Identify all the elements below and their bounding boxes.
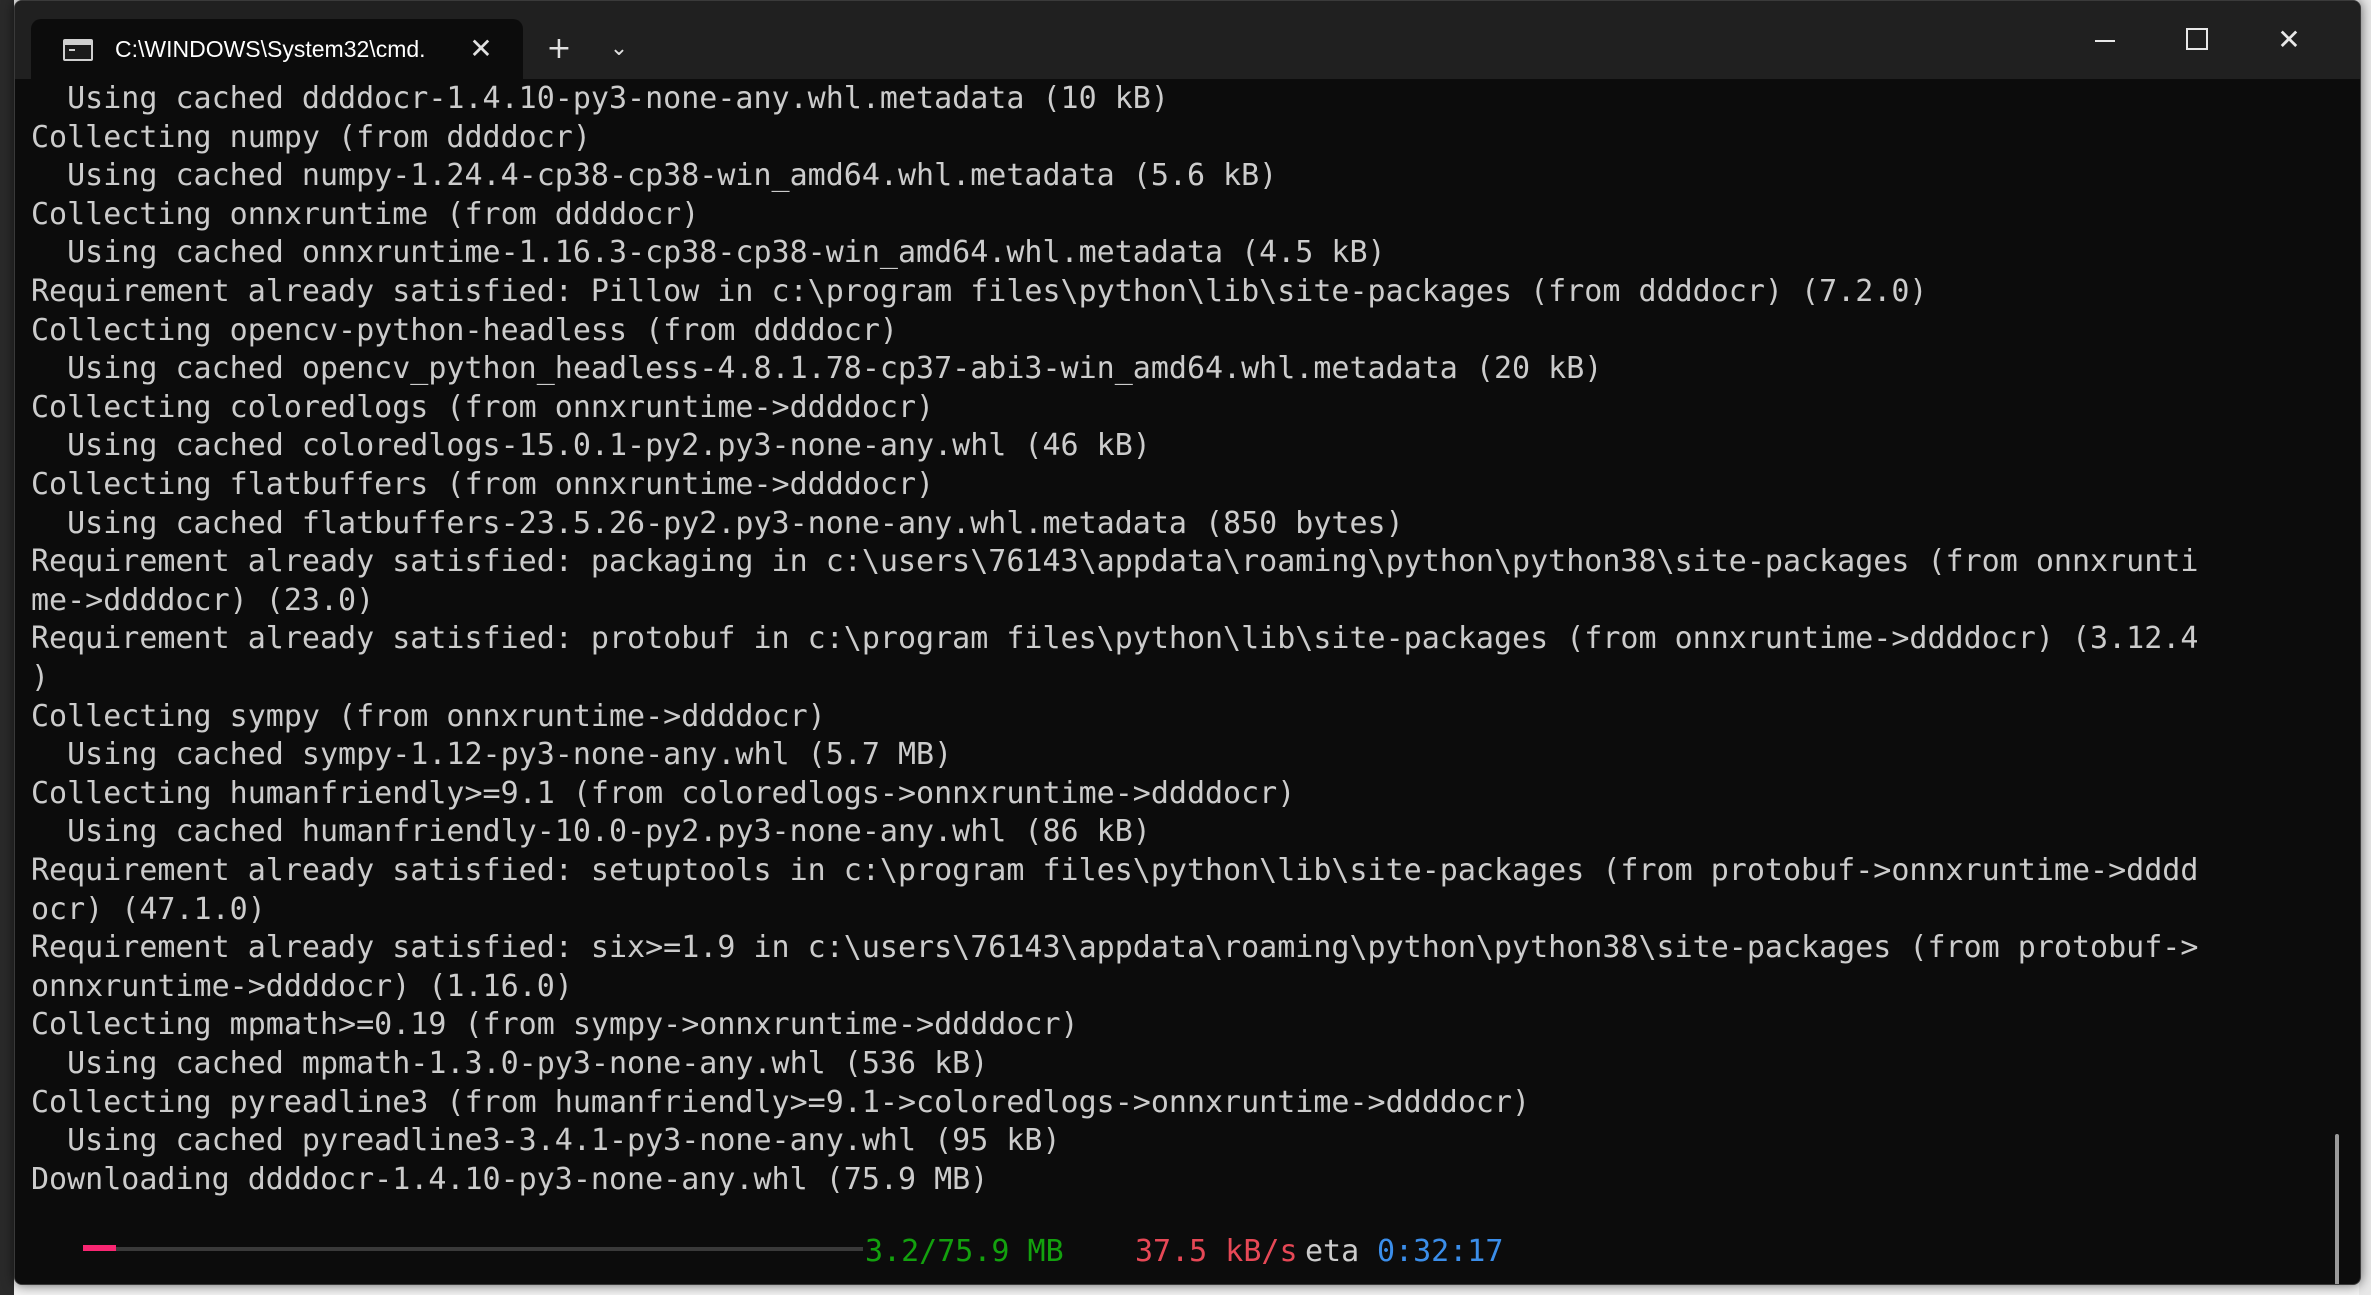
console-line: Using cached humanfriendly-10.0-py2.py3-… bbox=[31, 814, 1151, 850]
console-line: Using cached ddddocr-1.4.10-py3-none-any… bbox=[31, 81, 1169, 116]
tab-close-icon[interactable]: ✕ bbox=[463, 31, 499, 67]
console-line: me->ddddocr) (23.0) bbox=[31, 582, 375, 618]
console-line: ocr) (47.1.0) bbox=[31, 891, 266, 927]
console-line: Collecting numpy (from ddddocr) bbox=[31, 119, 591, 155]
console-line: Using cached onnxruntime-1.16.3-cp38-cp3… bbox=[31, 235, 1386, 271]
console-line: Collecting sympy (from onnxruntime->dddd… bbox=[31, 698, 826, 734]
console-line: Using cached mpmath-1.3.0-py3-none-any.w… bbox=[31, 1046, 989, 1081]
maximize-button[interactable] bbox=[2167, 15, 2227, 65]
close-button[interactable]: ✕ bbox=[2259, 15, 2319, 65]
console-line: Requirement already satisfied: protobuf … bbox=[31, 621, 2199, 657]
console-line: Collecting mpmath>=0.19 (from sympy->onn… bbox=[31, 1007, 1079, 1043]
maximize-icon bbox=[2186, 28, 2208, 50]
console-line: ) bbox=[31, 660, 50, 695]
console-line: Collecting onnxruntime (from ddddocr) bbox=[31, 196, 700, 232]
minimize-icon bbox=[2095, 40, 2115, 42]
console-line: Downloading ddddocr-1.4.10-py3-none-any.… bbox=[31, 1161, 989, 1197]
progress-eta: 0:32:17 bbox=[1377, 1234, 1504, 1269]
console-line: Using cached numpy-1.24.4-cp38-cp38-win_… bbox=[31, 158, 1278, 194]
progress-speed: 37.5 kB/s bbox=[1135, 1234, 1298, 1269]
console-line: Requirement already satisfied: six>=1.9 … bbox=[31, 930, 2199, 966]
progress-eta-label: eta bbox=[1305, 1234, 1360, 1269]
console-line: Requirement already satisfied: packaging… bbox=[31, 544, 2199, 580]
tab-title: C:\WINDOWS\System32\cmd. bbox=[115, 36, 426, 62]
console-line: Using cached pyreadline3-3.4.1-py3-none-… bbox=[31, 1123, 1061, 1159]
tab-cmd[interactable]: C:\WINDOWS\System32\cmd. ✕ bbox=[31, 19, 523, 79]
console-output[interactable]: Using cached ddddocr-1.4.10-py3-none-any… bbox=[15, 79, 2345, 1284]
terminal-window: C:\WINDOWS\System32\cmd. ✕ + ⌄ ✕ Using c… bbox=[14, 0, 2361, 1285]
new-tab-button[interactable]: + bbox=[537, 27, 581, 71]
progress-bar-track bbox=[83, 1247, 863, 1251]
console-icon bbox=[63, 39, 93, 61]
console-line: Using cached coloredlogs-15.0.1-py2.py3-… bbox=[31, 428, 1151, 464]
minimize-button[interactable] bbox=[2075, 15, 2135, 65]
console-line: onnxruntime->ddddocr) (1.16.0) bbox=[31, 968, 573, 1004]
console-line: Using cached flatbuffers-23.5.26-py2.py3… bbox=[31, 505, 1404, 541]
console-line: Collecting coloredlogs (from onnxruntime… bbox=[31, 389, 935, 425]
progress-downloaded: 3.2/75.9 MB bbox=[865, 1234, 1064, 1269]
background-app-left-edge bbox=[0, 0, 14, 1295]
tab-dropdown-button[interactable]: ⌄ bbox=[597, 27, 641, 71]
console-line: Collecting flatbuffers (from onnxruntime… bbox=[31, 467, 935, 502]
console-line: Collecting humanfriendly>=9.1 (from colo… bbox=[31, 775, 1296, 811]
console-line: Collecting pyreadline3 (from humanfriend… bbox=[31, 1084, 1531, 1120]
console-line: Requirement already satisfied: setuptool… bbox=[31, 853, 2199, 888]
console-line: Using cached sympy-1.12-py3-none-any.whl… bbox=[31, 737, 953, 773]
title-bar[interactable]: C:\WINDOWS\System32\cmd. ✕ + ⌄ ✕ bbox=[15, 1, 2360, 79]
progress-bar-fill bbox=[83, 1245, 116, 1251]
console-line: Requirement already satisfied: Pillow in… bbox=[31, 274, 1928, 309]
console-line: Collecting opencv-python-headless (from … bbox=[31, 312, 898, 348]
scrollbar-thumb[interactable] bbox=[2335, 1134, 2339, 1284]
console-line: Using cached opencv_python_headless-4.8.… bbox=[31, 351, 1603, 387]
